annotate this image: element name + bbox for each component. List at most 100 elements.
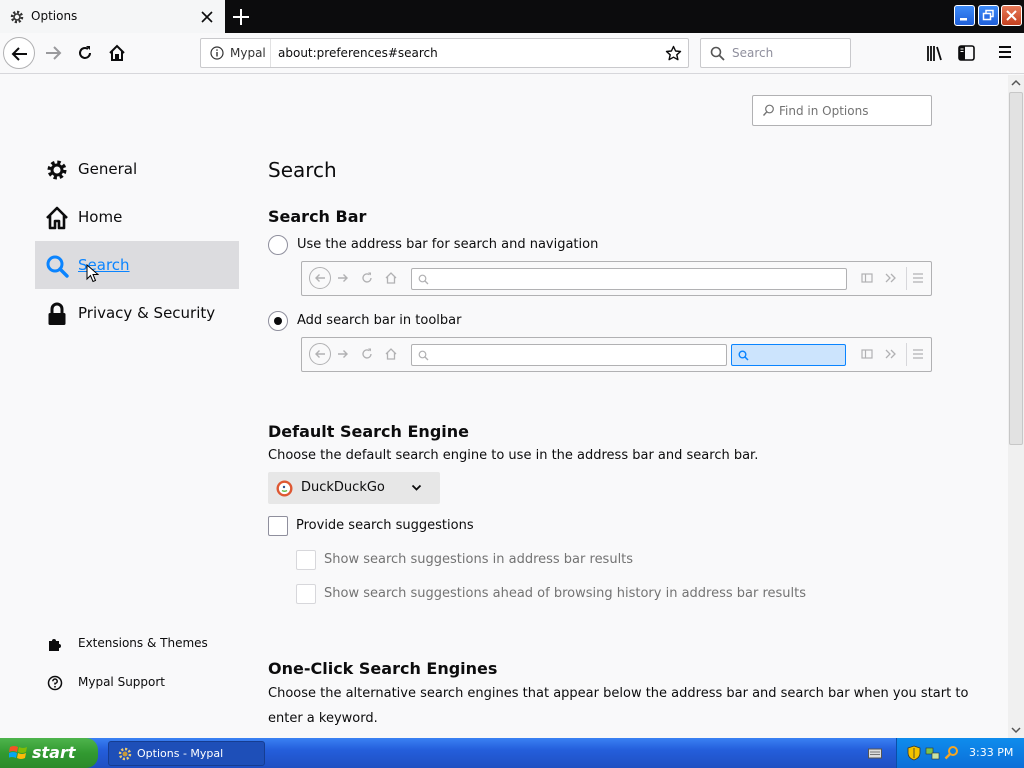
taskbar: start Options - Mypal 3:33 PM bbox=[0, 738, 1024, 768]
restore-button[interactable] bbox=[978, 5, 999, 26]
chevron-down-icon bbox=[1011, 727, 1021, 734]
footer-link-label: Mypal Support bbox=[78, 675, 166, 689]
search-bar-heading: Search Bar bbox=[268, 207, 367, 226]
keyboard-icon[interactable] bbox=[868, 747, 882, 759]
gear-icon bbox=[118, 747, 132, 761]
preview-url-bar bbox=[411, 344, 727, 366]
preview-overflow-icon bbox=[885, 349, 896, 359]
clock: 3:33 PM bbox=[969, 746, 1014, 759]
arrow-right-icon bbox=[46, 46, 62, 60]
preview-back-icon bbox=[309, 267, 331, 289]
selected-engine: DuckDuckGo bbox=[301, 480, 385, 495]
system-tray: 3:33 PM bbox=[896, 738, 1024, 768]
chevron-up-icon bbox=[1011, 79, 1021, 86]
network-icon[interactable] bbox=[925, 745, 941, 761]
site-identity[interactable]: Mypal bbox=[201, 39, 271, 67]
reload-button[interactable] bbox=[69, 37, 101, 69]
minimize-button[interactable] bbox=[954, 5, 975, 26]
hamburger-menu-icon[interactable] bbox=[998, 45, 1012, 59]
vertical-scrollbar[interactable] bbox=[1008, 75, 1024, 738]
suggestions-address-bar-label[interactable]: Show search suggestions in address bar r… bbox=[324, 552, 633, 567]
preview-forward-icon bbox=[338, 274, 348, 282]
preview-url-bar bbox=[411, 268, 847, 290]
category-label: Privacy & Security bbox=[78, 304, 216, 322]
home-button[interactable] bbox=[101, 37, 133, 69]
windows-logo-icon bbox=[9, 746, 27, 759]
category-general[interactable]: General bbox=[35, 145, 239, 193]
close-window-button[interactable] bbox=[1001, 5, 1022, 26]
provide-suggestions-checkbox[interactable] bbox=[268, 516, 288, 536]
preferences-content: Find in Options General Home Search Priv… bbox=[0, 75, 1008, 738]
scroll-down-button[interactable] bbox=[1008, 722, 1024, 738]
duckduckgo-icon bbox=[276, 480, 293, 497]
preview-sidebar-icon bbox=[861, 273, 873, 283]
tab-title: Options bbox=[31, 9, 78, 23]
toolbar-search-input[interactable]: Search bbox=[700, 38, 851, 68]
library-icon[interactable] bbox=[926, 45, 944, 62]
mouse-cursor-icon bbox=[86, 264, 99, 283]
url-text[interactable]: about:preferences#search bbox=[278, 46, 438, 60]
category-label: Home bbox=[78, 208, 123, 226]
preview-home-icon bbox=[385, 272, 397, 284]
suggestions-ahead-history-label[interactable]: Show search suggestions ahead of browsin… bbox=[324, 586, 806, 601]
gear-icon bbox=[47, 160, 67, 180]
preview-search-bar bbox=[731, 344, 846, 366]
find-in-options-input[interactable]: Find in Options bbox=[752, 95, 932, 126]
taskbar-window-label: Options - Mypal bbox=[137, 747, 224, 760]
shield-icon[interactable] bbox=[907, 745, 921, 761]
taskbar-window-options[interactable]: Options - Mypal bbox=[108, 741, 265, 766]
arrow-left-icon bbox=[11, 47, 27, 61]
find-placeholder: Find in Options bbox=[779, 104, 869, 118]
close-icon[interactable] bbox=[198, 8, 216, 26]
search-icon[interactable] bbox=[944, 745, 959, 760]
radio-address-bar[interactable] bbox=[268, 235, 288, 255]
chevron-down-icon bbox=[411, 484, 422, 491]
new-tab-icon[interactable] bbox=[229, 5, 253, 29]
preview-separator bbox=[906, 343, 907, 366]
suggestions-address-bar-checkbox[interactable] bbox=[296, 550, 316, 570]
start-label: start bbox=[32, 743, 76, 762]
preview-forward-icon bbox=[338, 350, 348, 358]
address-bar-preview bbox=[301, 261, 932, 296]
provide-suggestions-label[interactable]: Provide search suggestions bbox=[296, 518, 474, 533]
default-engine-select[interactable]: DuckDuckGo bbox=[268, 472, 440, 504]
suggestions-ahead-history-checkbox[interactable] bbox=[296, 584, 316, 604]
back-button[interactable] bbox=[3, 37, 35, 69]
preview-sidebar-icon bbox=[861, 349, 873, 359]
toolbar-search-preview bbox=[301, 337, 932, 372]
scroll-up-button[interactable] bbox=[1008, 75, 1024, 91]
category-privacy-security[interactable]: Privacy & Security bbox=[35, 289, 239, 337]
preview-back-icon bbox=[309, 343, 331, 365]
preview-separator bbox=[906, 267, 907, 290]
radio-toolbar-search[interactable] bbox=[268, 311, 288, 331]
url-bar[interactable]: Mypal about:preferences#search bbox=[200, 38, 689, 68]
preview-overflow-icon bbox=[885, 273, 896, 283]
radio-address-bar-label[interactable]: Use the address bar for search and navig… bbox=[297, 237, 598, 252]
default-engine-heading: Default Search Engine bbox=[268, 422, 469, 441]
reload-icon bbox=[79, 46, 91, 59]
preview-home-icon bbox=[385, 348, 397, 360]
default-engine-description: Choose the default search engine to use … bbox=[268, 448, 759, 463]
scrollbar-thumb[interactable] bbox=[1009, 92, 1023, 445]
tab-options[interactable]: Options bbox=[0, 0, 225, 33]
category-home[interactable]: Home bbox=[35, 193, 239, 241]
one-click-description-line2: enter a keyword. bbox=[268, 711, 378, 726]
forward-button[interactable] bbox=[37, 37, 69, 69]
preview-reload-icon bbox=[362, 272, 372, 283]
search-icon bbox=[418, 274, 429, 285]
preview-reload-icon bbox=[362, 348, 372, 359]
info-icon bbox=[210, 46, 224, 60]
minimize-icon bbox=[960, 18, 967, 21]
star-icon[interactable] bbox=[665, 45, 682, 62]
radio-toolbar-search-label[interactable]: Add search bar in toolbar bbox=[297, 313, 461, 328]
category-search[interactable]: Search bbox=[35, 241, 239, 289]
restore-icon bbox=[982, 9, 994, 21]
category-label: General bbox=[78, 160, 138, 178]
close-icon bbox=[1006, 10, 1017, 21]
sidebar-icon[interactable] bbox=[958, 45, 975, 61]
identity-label: Mypal bbox=[230, 46, 266, 60]
puzzle-icon bbox=[49, 639, 61, 651]
search-icon bbox=[46, 255, 69, 278]
lock-icon bbox=[48, 302, 66, 325]
start-button[interactable]: start bbox=[0, 738, 98, 768]
